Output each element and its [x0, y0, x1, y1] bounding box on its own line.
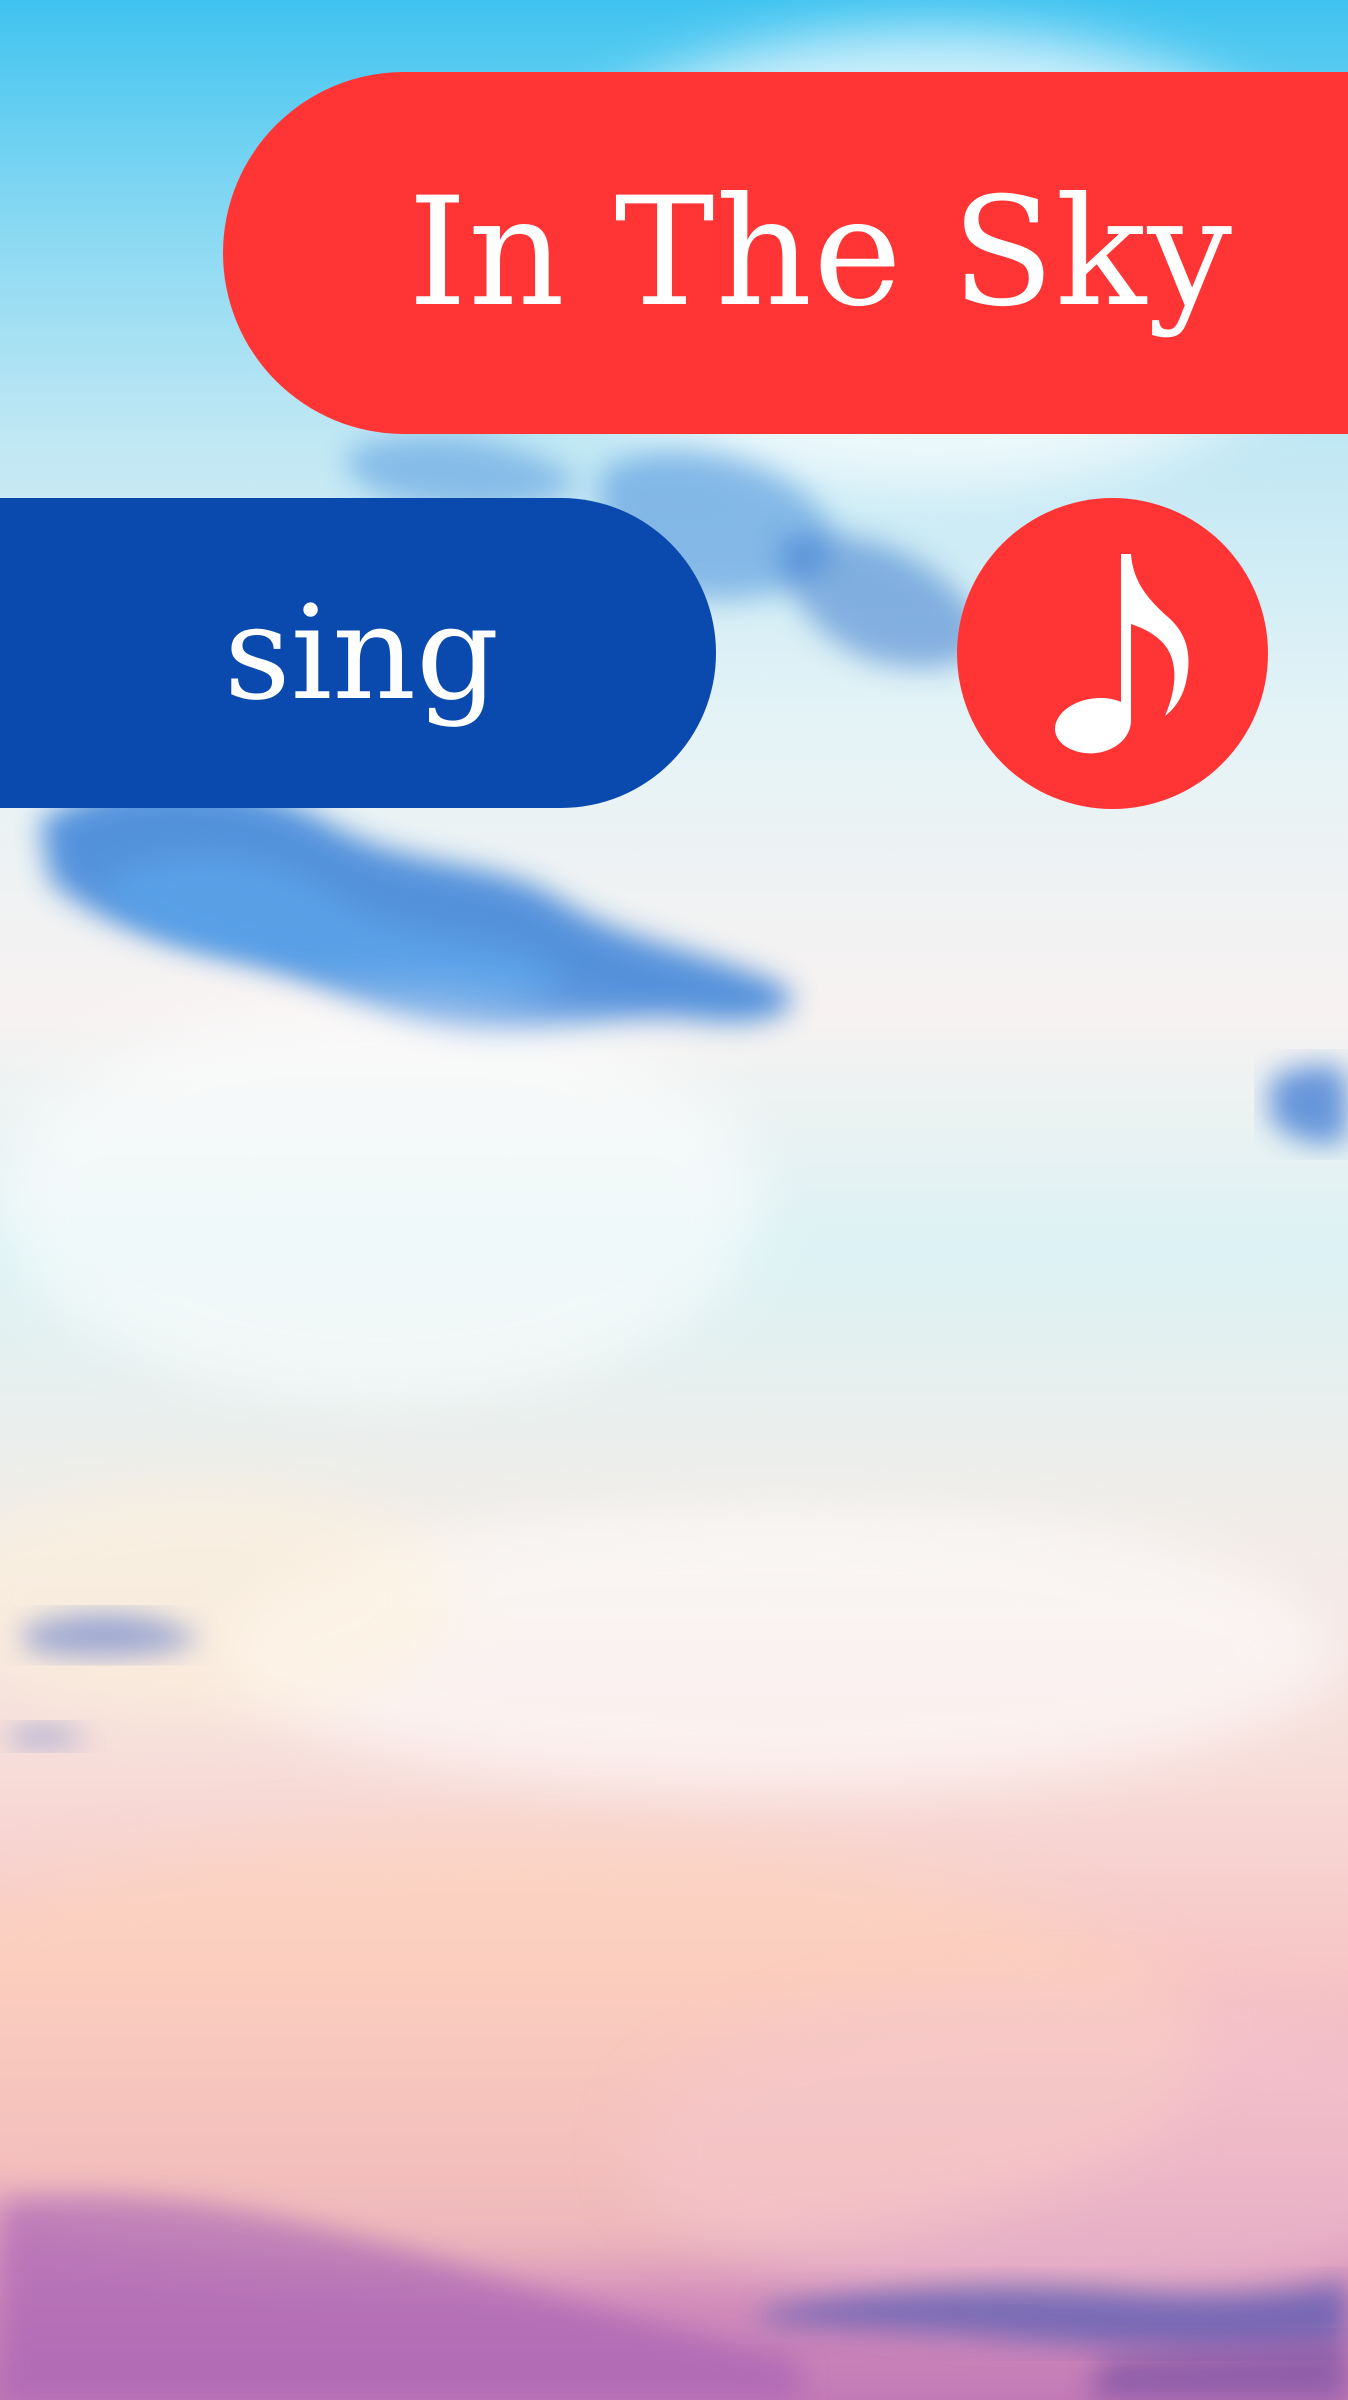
sing-button[interactable]: sing	[0, 498, 716, 808]
app-title: In The Sky	[407, 166, 1234, 340]
sing-button-label: sing	[224, 577, 500, 729]
music-button[interactable]	[957, 498, 1268, 809]
title-banner: In The Sky	[223, 72, 1348, 434]
music-note-icon	[1054, 553, 1188, 753]
